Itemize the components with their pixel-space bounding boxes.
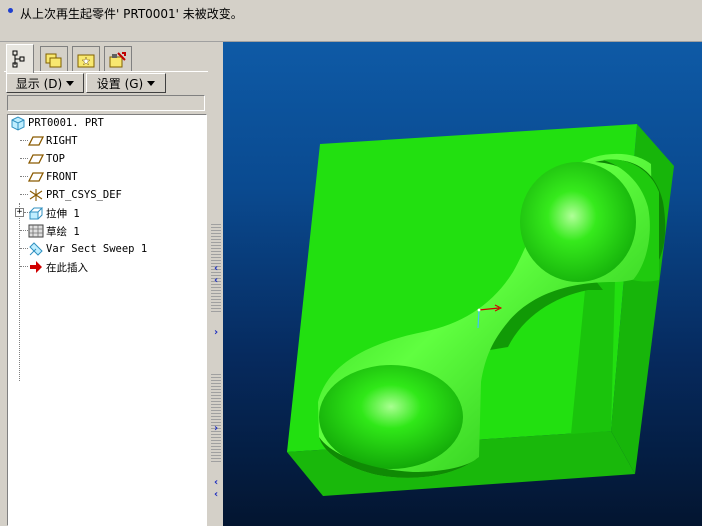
status-message: 从上次再生起零件' PRT0001' 未被改变。	[20, 7, 243, 21]
folder-browser-icon	[45, 53, 62, 67]
tree-item-extrude[interactable]: 拉伸 1	[28, 205, 80, 221]
part-model-render[interactable]	[223, 42, 702, 526]
settings-menu-button[interactable]: 设置 (G)	[86, 73, 166, 93]
expand-right-icon[interactable]: ›	[211, 424, 221, 434]
datum-plane-icon	[27, 169, 45, 185]
tree-item-label: FRONT	[46, 171, 78, 183]
insert-here-icon	[28, 259, 44, 275]
tree-item-label: Var Sect Sweep 1	[46, 243, 148, 255]
show-menu-label: 显示 (D)	[15, 76, 63, 91]
tree-item-label: 拉伸 1	[46, 207, 80, 220]
panel-splitter[interactable]: ‹ ‹ › › ‹ ‹	[209, 42, 223, 526]
tree-item-insert-here[interactable]: 在此插入	[28, 259, 88, 275]
coordinate-system-icon	[28, 187, 44, 203]
expand-toggle-icon[interactable]: +	[15, 208, 24, 217]
tab-connections[interactable]	[104, 46, 132, 72]
collapse-left-icon[interactable]: ‹	[211, 276, 221, 286]
tree-item-top[interactable]: TOP	[27, 151, 65, 167]
settings-menu-label: 设置 (G)	[96, 76, 144, 91]
info-bullet-icon	[8, 8, 13, 13]
collapse-left-icon[interactable]: ‹	[211, 490, 221, 500]
tree-item-label: 在此插入	[46, 261, 88, 274]
splitter-grip[interactable]	[211, 372, 221, 462]
navigator-tabs	[4, 44, 210, 73]
extrude-icon	[28, 205, 44, 221]
model-tree: PRT0001. PRT RIGHT TOP FRONT PRT_CSYS_DE…	[7, 114, 207, 526]
tree-item-label: PRT_CSYS_DEF	[46, 189, 122, 201]
tab-favorites[interactable]	[72, 46, 100, 72]
tab-model-tree[interactable]	[6, 44, 34, 73]
dropdown-arrow-icon	[66, 80, 75, 86]
tree-item-label: TOP	[46, 153, 65, 165]
message-area: 从上次再生起零件' PRT0001' 未被改变。	[0, 0, 702, 42]
datum-plane-icon	[27, 151, 45, 167]
tree-item-sweep[interactable]: Var Sect Sweep 1	[28, 241, 147, 257]
sketch-icon	[28, 223, 44, 239]
graphics-window[interactable]	[223, 42, 702, 526]
tree-item-label: RIGHT	[46, 135, 78, 147]
connections-icon	[109, 51, 126, 67]
tab-folder-browser[interactable]	[40, 46, 68, 72]
tree-item-csys[interactable]: PRT_CSYS_DEF	[28, 187, 122, 203]
datum-plane-icon	[27, 133, 45, 149]
collapse-left-icon[interactable]: ‹	[211, 478, 221, 488]
tree-item-sketch[interactable]: 草绘 1	[28, 223, 80, 239]
collapse-left-icon[interactable]: ‹	[211, 264, 221, 274]
expand-right-icon[interactable]: ›	[211, 328, 221, 338]
tree-item-label: 草绘 1	[46, 225, 80, 238]
show-menu-button[interactable]: 显示 (D)	[6, 73, 84, 93]
dropdown-arrow-icon	[147, 80, 156, 86]
sweep-icon	[28, 241, 44, 257]
tree-item-right[interactable]: RIGHT	[27, 133, 78, 149]
tree-root-label: PRT0001. PRT	[28, 117, 104, 129]
part-icon	[10, 115, 26, 131]
tree-item-front[interactable]: FRONT	[27, 169, 78, 185]
tree-filter-field[interactable]	[7, 95, 205, 111]
favorites-icon	[77, 54, 95, 67]
model-tree-icon	[12, 50, 25, 68]
tree-root-part[interactable]: PRT0001. PRT	[10, 115, 104, 131]
navigator-panel: 显示 (D) 设置 (G) PRT0001. PRT RIGHT TOP FRO…	[0, 42, 210, 526]
